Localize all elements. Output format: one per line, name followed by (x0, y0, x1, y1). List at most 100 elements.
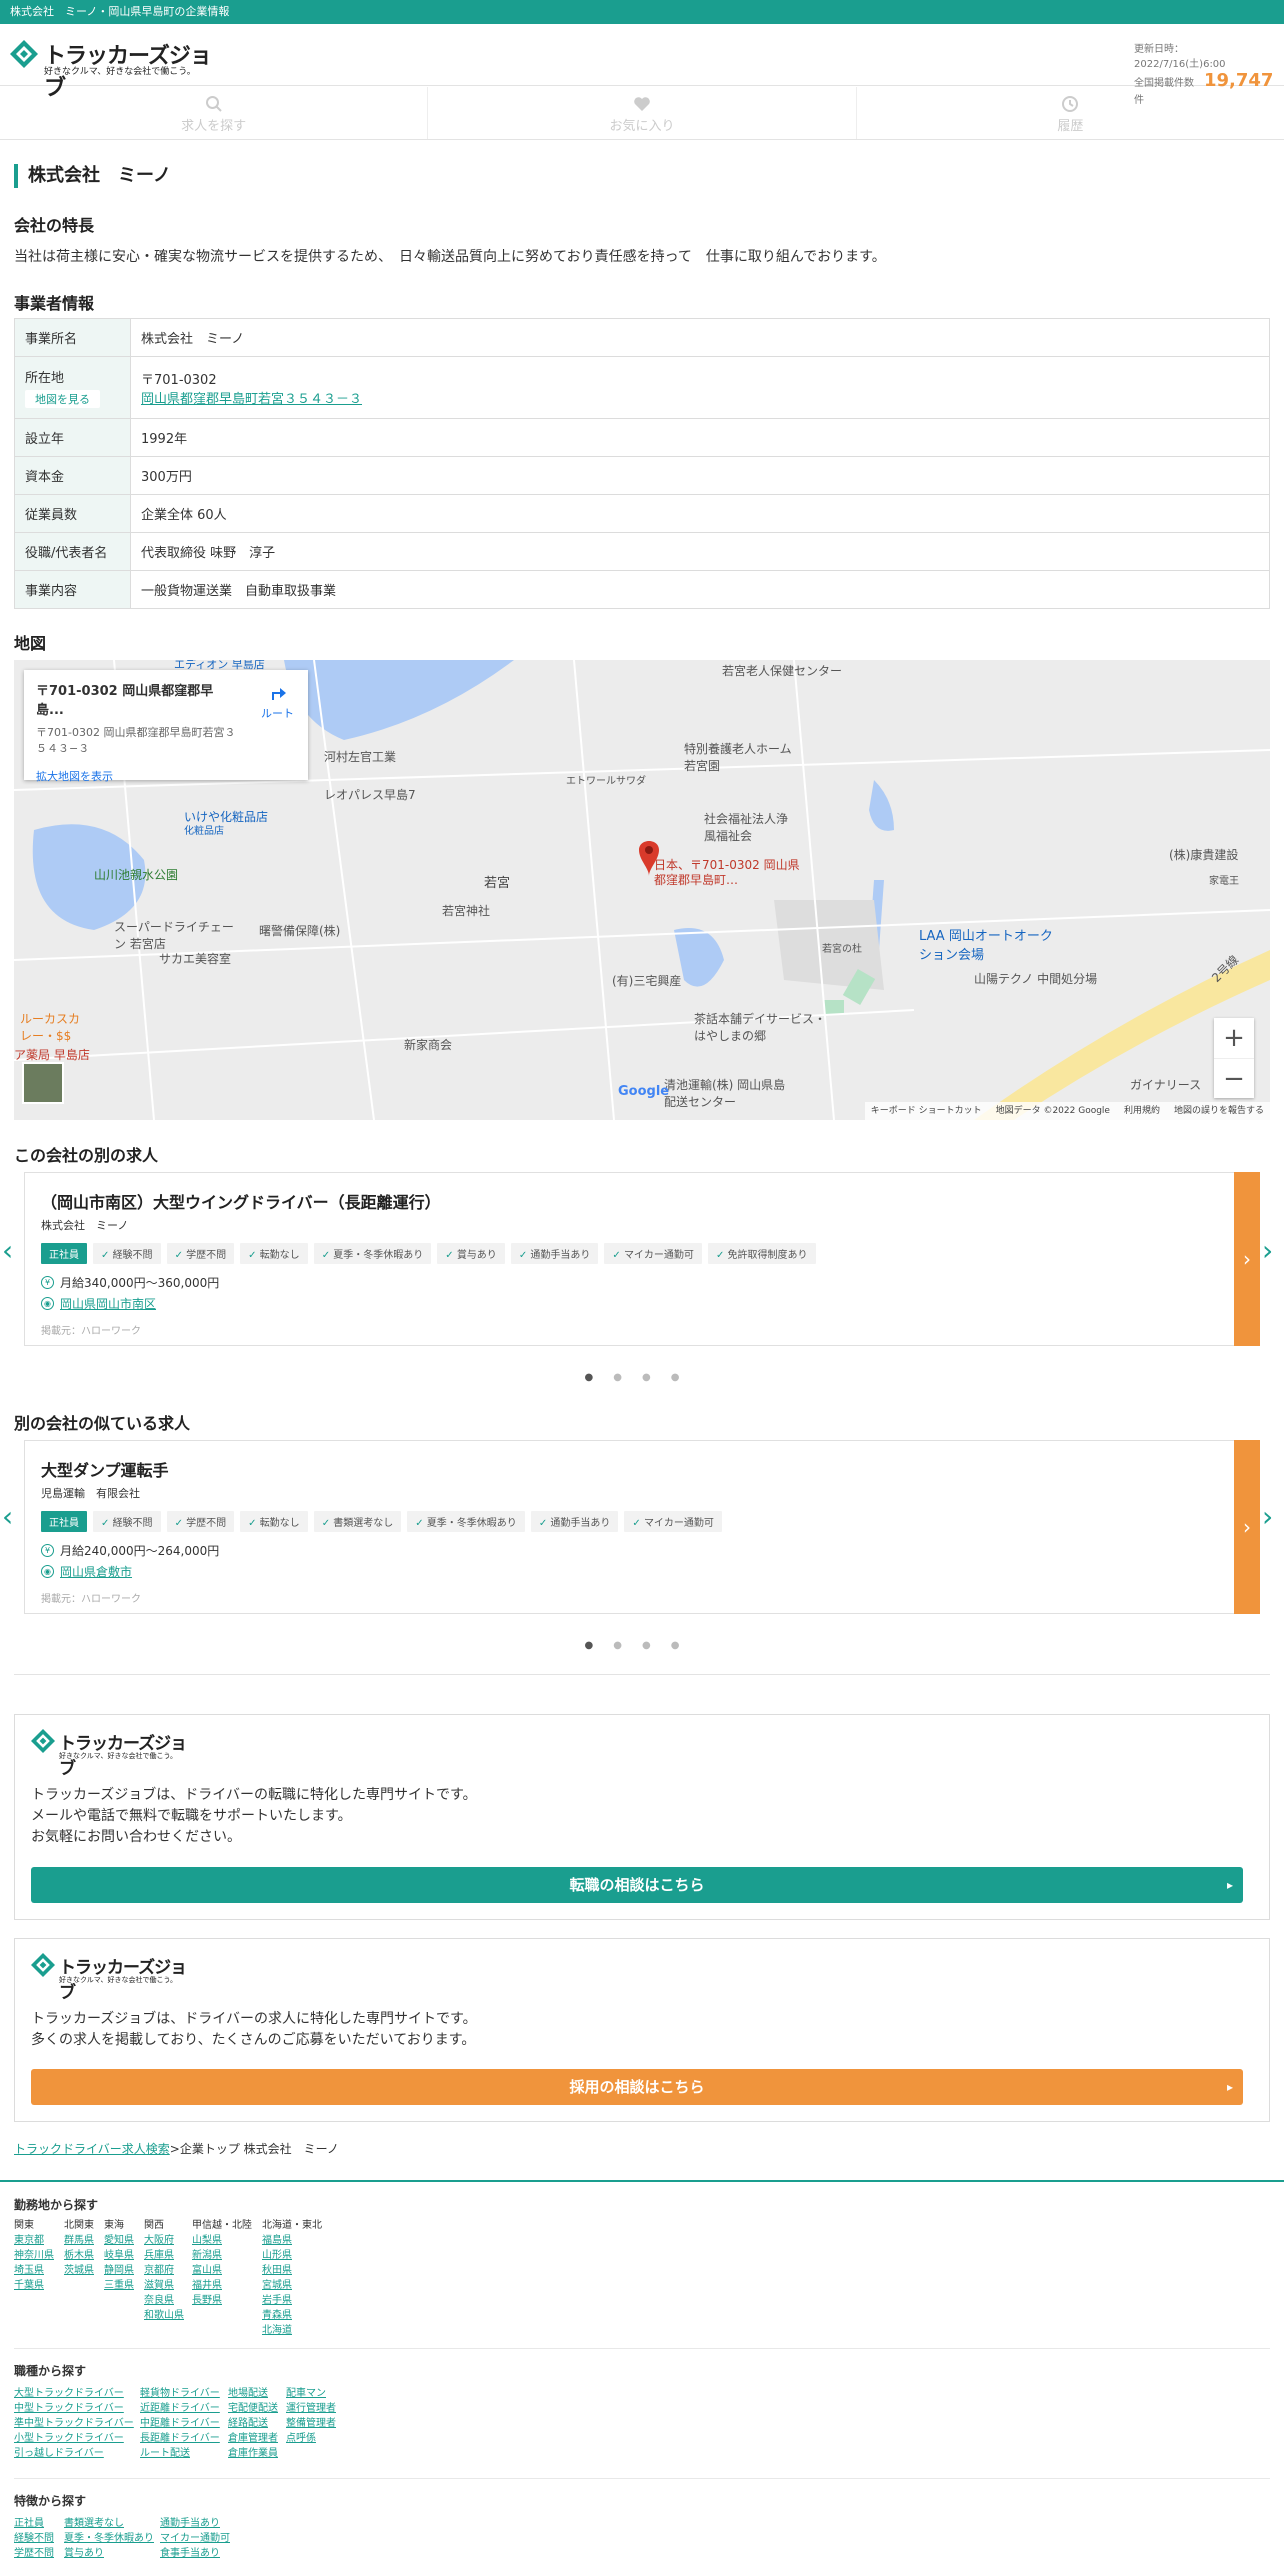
carousel-dots[interactable]: ●●●● (0, 1372, 1284, 1383)
map-label: (有)三宅興産 (612, 974, 682, 988)
map-label: ルーカスカレー・$$ (20, 1012, 81, 1043)
row-label: 事業所名 (14, 318, 131, 357)
area-column: 東海 愛知県 岐阜県 静岡県 三重県 (104, 2220, 134, 2291)
footer-divider (0, 2180, 1284, 2182)
map-label: 社会福祉法人浄風福祉会 (704, 812, 789, 843)
job-card[interactable]: （岡山市南区）大型ウイングドライバー（長距離運行） 株式会社 ミーノ 正社員 経… (24, 1172, 1260, 1346)
table-row: 役職/代表者名 代表取締役 味野 淳子 (14, 532, 1270, 571)
map-label: LAA 岡山オートオークション会場 (919, 929, 1053, 963)
tag: 正社員 (41, 1511, 87, 1532)
divider (14, 1674, 1270, 1675)
zoom-in-button[interactable]: + (1214, 1018, 1254, 1058)
map-heading: 地図 (14, 634, 47, 653)
tag: 経験不問 (93, 1243, 161, 1264)
career-consult-button[interactable]: 転職の相談はこちら (31, 1867, 1243, 1903)
breadcrumb: トラックドライバー求人検索>企業トップ 株式会社 ミーノ (14, 2142, 339, 2156)
view-map-button[interactable]: 地図を見る (25, 390, 100, 408)
map-label: 新家商会 (404, 1038, 453, 1052)
table-row: 従業員数 企業全体 60人 (14, 494, 1270, 533)
breadcrumb-home-link[interactable]: トラックドライバー求人検索 (14, 2142, 170, 2156)
tag: マイカー通勤可 (604, 1243, 702, 1264)
job-detail-arrow[interactable]: › (1234, 1440, 1260, 1614)
map-pin-label: 日本、〒701-0302 岡山県都窪郡早島町… (654, 858, 800, 887)
area-column: 甲信越・北陸 山梨県 新潟県 富山県 福井県 長野県 (192, 2220, 252, 2306)
google-map[interactable]: 日本、〒701-0302 岡山県都窪郡早島町… 若宮老人保健センター 河村左官工… (14, 660, 1270, 1120)
map-label: 茶話本舗デイサービス・はやしまの郷 (694, 1012, 827, 1043)
feature-heading: 会社の特長 (14, 216, 95, 235)
location-icon: ◉ (41, 1297, 54, 1310)
divider (14, 2478, 1270, 2479)
area-column: 関西 大阪府 兵庫県 京都府 滋賀県 奈良県 和歌山県 (144, 2220, 184, 2321)
carousel-next-icon[interactable]: › (1262, 1234, 1273, 1267)
google-logo: Google (618, 1084, 670, 1099)
map-label: スーパードライチェーン 若宮店 (114, 920, 234, 951)
tag: 通勤手当あり (530, 1511, 619, 1532)
map-label: 化粧品店 (184, 826, 224, 837)
carousel-dots[interactable]: ●●●● (0, 1640, 1284, 1651)
map-card-title: 〒701-0302 岡山県都窪郡早島... (36, 684, 214, 718)
map-label: 山川池親水公園 (94, 868, 179, 882)
feature-text: 当社は荷主様に安心・確実な物流サービスを提供するため、 日々輸送品質向上に努めて… (14, 249, 886, 265)
report-error-link[interactable]: 地図の誤りを報告する (1174, 1102, 1264, 1120)
map-label: 特別養護老人ホーム 若宮園 (684, 742, 792, 773)
map-data-credit: 地図データ ©2022 Google (995, 1106, 1110, 1116)
table-row: 資本金 300万円 (14, 456, 1270, 495)
table-row: 事業内容 一般貨物運送業 自動車取扱事業 (14, 570, 1270, 609)
keyboard-shortcuts-link[interactable]: キーボード ショートカット (871, 1102, 982, 1120)
map-label: 山陽テクノ 中間処分場 (974, 972, 1098, 986)
job-column: 地場配送 宅配便配送 経路配送 倉庫管理者 倉庫作業員 (228, 2388, 278, 2459)
job-salary: ¥ 月給340,000円〜360,000円 (41, 1274, 816, 1291)
company-info-table: 事業所名 株式会社 ミーノ 所在地 地図を見る 〒701-0302 岡山県都窪郡… (14, 318, 1270, 609)
logo-mark-icon (31, 1953, 55, 1977)
carousel-prev-icon[interactable]: ‹ (2, 1500, 13, 1533)
table-row: 事業所名 株式会社 ミーノ (14, 318, 1270, 357)
enlarge-map-link[interactable]: 拡大地図を表示 (36, 768, 296, 784)
table-row: 設立年 1992年 (14, 418, 1270, 457)
logo-mark-icon (10, 40, 38, 68)
job-type-heading: 職種から探す (14, 2364, 87, 2378)
map-label: 若宮 (484, 876, 511, 891)
tag: 学歴不問 (166, 1243, 235, 1264)
map-label: ア薬局 早島店 (14, 1048, 90, 1062)
nav-search[interactable]: 求人を探す (0, 87, 429, 139)
map-label: 若宮老人保健センター (722, 664, 843, 678)
carousel-prev-icon[interactable]: ‹ (2, 1234, 13, 1267)
map-label: サカエ美容室 (159, 952, 232, 966)
job-detail-arrow[interactable]: › (1234, 1172, 1260, 1346)
divider (14, 2348, 1270, 2349)
tag: 賞与あり (437, 1243, 505, 1264)
info-heading: 事業者情報 (14, 294, 95, 313)
address-link[interactable]: 岡山県都窪郡早島町若宮３５４３－３ (141, 392, 362, 407)
main-nav: 求人を探す お気に入り 履歴 (0, 87, 1284, 140)
logo-mark-icon (31, 1729, 55, 1753)
address-label-cell: 所在地 地図を見る (14, 356, 131, 419)
carousel-next-icon[interactable]: › (1262, 1500, 1273, 1533)
job-title[interactable]: 大型ダンプ運転手 (41, 1457, 722, 1481)
promo-text: トラッカーズジョブは、ドライバーの転職に特化した専門サイトです。 メールや電話で… (31, 1787, 477, 1845)
feature-column: 正社員 経験不問 学歴不問 (14, 2518, 54, 2559)
nav-history[interactable]: 履歴 (857, 87, 1284, 139)
map-label: 清池運輸(株) 岡山県島配送センター (664, 1078, 786, 1109)
feature-column: 通勤手当あり マイカー通勤可 食事手当あり (160, 2518, 230, 2559)
job-tags: 正社員 経験不問 学歴不問 転勤なし 夏季・冬季休暇あり 賞与あり 通勤手当あり… (41, 1243, 816, 1264)
satellite-toggle[interactable] (22, 1062, 64, 1104)
job-column: 軽貨物ドライバー 近距離ドライバー 中距離ドライバー 長距離ドライバー ルート配送 (140, 2388, 220, 2459)
location-icon: ◉ (41, 1565, 54, 1578)
nav-favorites[interactable]: お気に入り (428, 87, 857, 139)
tag: 学歴不問 (166, 1511, 235, 1532)
route-button[interactable]: ルート (261, 682, 294, 721)
job-card[interactable]: 大型ダンプ運転手 児島運輸 有限会社 正社員 経験不問 学歴不問 転勤なし 書類… (24, 1440, 1260, 1614)
site-logo[interactable]: トラッカーズジョブ 好きなクルマ、好きな会社で働こう。 (10, 36, 220, 101)
job-title[interactable]: （岡山市南区）大型ウイングドライバー（長距離運行） (41, 1189, 816, 1213)
job-column: 大型トラックドライバー 中型トラックドライバー 準中型トラックドライバー 小型トラック… (14, 2388, 134, 2459)
job-company: 児島運輸 有限会社 (41, 1487, 140, 1500)
zoom-out-button[interactable]: − (1214, 1058, 1254, 1098)
area-column: 北海道・東北 福島県 山形県 秋田県 宮城県 岩手県 青森県 北海道 (262, 2220, 322, 2336)
terms-link[interactable]: 利用規約 (1124, 1102, 1160, 1120)
yen-icon: ¥ (41, 1544, 54, 1557)
site-header: トラッカーズジョブ 好きなクルマ、好きな会社で働こう。 更新日時：2022/7/… (0, 24, 1284, 106)
job-column: 配車マン 運行管理者 整備管理者 点呼係 (286, 2388, 336, 2444)
recruit-consult-button[interactable]: 採用の相談はこちら (31, 2069, 1243, 2105)
heart-icon (634, 97, 650, 111)
map-label: (株)康貴建設 (1169, 848, 1239, 862)
